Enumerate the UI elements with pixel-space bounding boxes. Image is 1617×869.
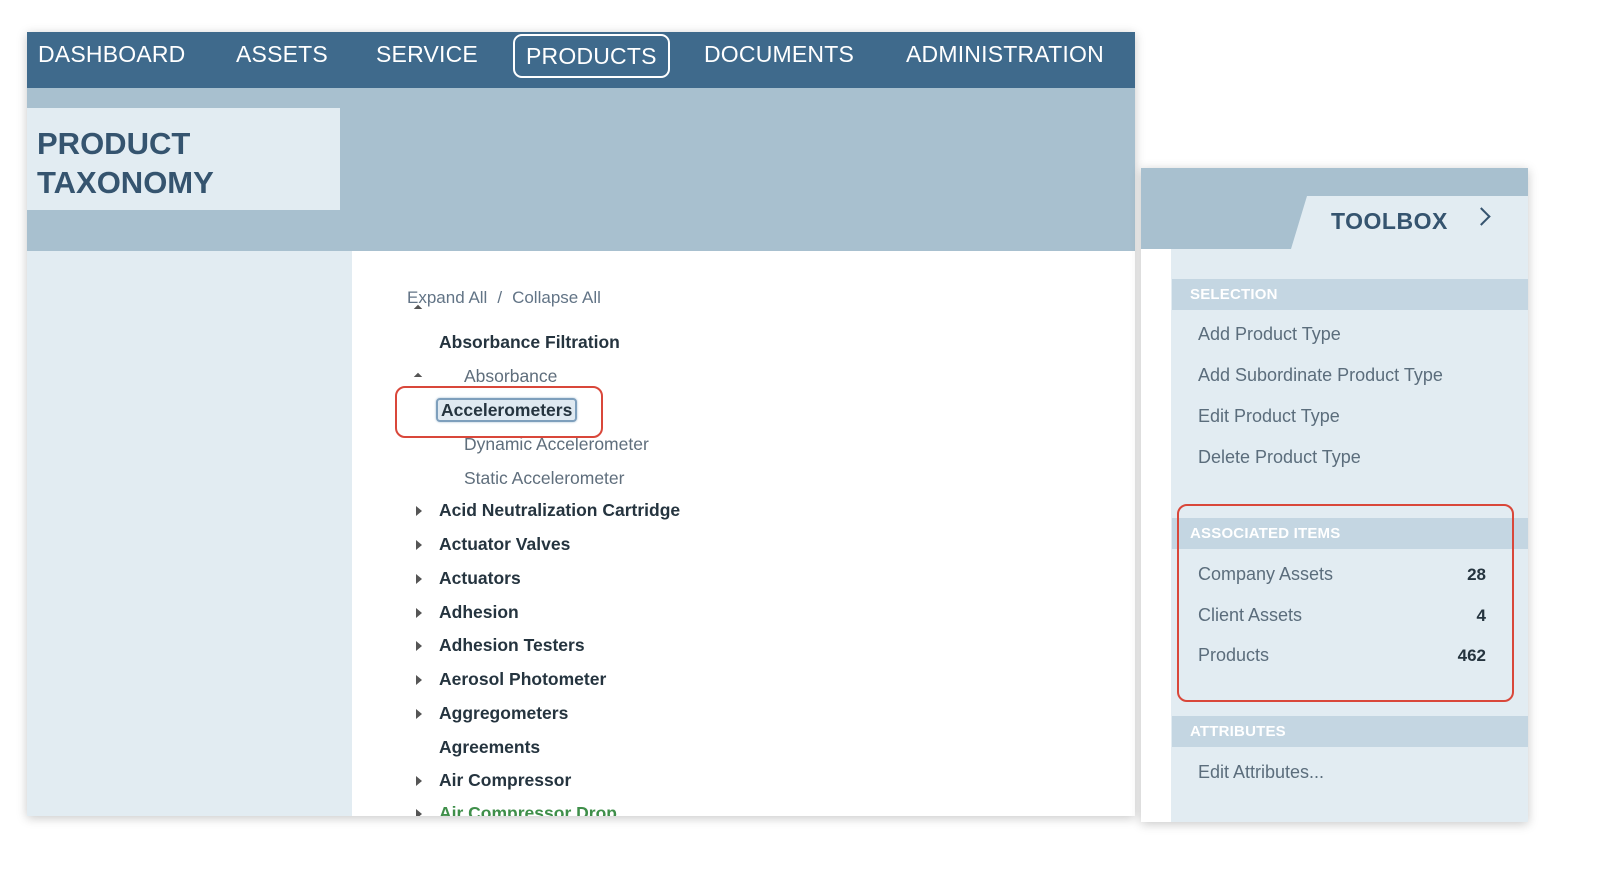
- left-panel: [27, 251, 352, 816]
- tree-node-agreements[interactable]: Agreements: [439, 733, 540, 761]
- client-assets-link[interactable]: Client Assets: [1198, 605, 1302, 626]
- toolbox-left-strip: [1141, 249, 1171, 822]
- delete-product-type-link[interactable]: Delete Product Type: [1198, 447, 1361, 468]
- expand-arrow-icon[interactable]: [416, 506, 422, 516]
- nav-administration[interactable]: ADMINISTRATION: [906, 32, 1104, 88]
- nav-dashboard[interactable]: DASHBOARD: [38, 32, 186, 88]
- company-assets-count: 28: [1467, 565, 1486, 584]
- tree-node-air-compressor[interactable]: Air Compressor: [439, 766, 571, 794]
- tree-node-adhesion[interactable]: Adhesion: [439, 598, 519, 626]
- page-title: PRODUCT TAXONOMY: [37, 124, 317, 202]
- expand-collapse-bar: Expand All / Collapse All: [407, 288, 601, 308]
- tree-node-acid-neutralization-cartridge[interactable]: Acid Neutralization Cartridge: [439, 496, 680, 524]
- expand-arrow-icon[interactable]: [416, 776, 422, 786]
- add-product-type-link[interactable]: Add Product Type: [1198, 324, 1341, 345]
- collapse-arrow-icon[interactable]: [413, 372, 423, 382]
- page-title-box: PRODUCT TAXONOMY: [27, 108, 340, 210]
- section-header-attributes: ATTRIBUTES: [1172, 716, 1528, 747]
- tree-node-actuator-valves[interactable]: Actuator Valves: [439, 530, 570, 558]
- add-subordinate-product-type-link[interactable]: Add Subordinate Product Type: [1198, 365, 1443, 386]
- expand-arrow-icon[interactable]: [416, 675, 422, 685]
- main-window: DASHBOARD ASSETS SERVICE PRODUCTS DOCUME…: [27, 32, 1135, 816]
- nav-documents[interactable]: DOCUMENTS: [704, 32, 854, 88]
- client-assets-count: 4: [1476, 606, 1486, 625]
- expand-arrow-icon[interactable]: [416, 641, 422, 651]
- expand-collapse-separator: /: [497, 288, 503, 307]
- tree-node-actuators[interactable]: Actuators: [439, 564, 521, 592]
- tree-node-aerosol-photometer[interactable]: Aerosol Photometer: [439, 665, 606, 693]
- tree-node-adhesion-testers[interactable]: Adhesion Testers: [439, 631, 585, 659]
- expand-arrow-icon[interactable]: [416, 540, 422, 550]
- products-link[interactable]: Products: [1198, 645, 1269, 666]
- page-title-line-2: TAXONOMY: [37, 165, 214, 200]
- page-header-band: PRODUCT TAXONOMY: [27, 88, 1135, 251]
- tree-node-accelerometers[interactable]: Accelerometers: [436, 396, 578, 424]
- nav-service[interactable]: SERVICE: [376, 32, 478, 88]
- tree-node-air-compressor-drop[interactable]: Air Compressor Drop: [439, 799, 617, 816]
- expand-arrow-icon[interactable]: [416, 809, 422, 816]
- page-title-line-1: PRODUCT: [37, 126, 191, 161]
- top-navigation-bar: DASHBOARD ASSETS SERVICE PRODUCTS DOCUME…: [27, 32, 1135, 88]
- company-assets-link[interactable]: Company Assets: [1198, 564, 1333, 585]
- expand-arrow-icon[interactable]: [416, 574, 422, 584]
- tree-node-aggregometers[interactable]: Aggregometers: [439, 699, 568, 727]
- edit-attributes-link[interactable]: Edit Attributes...: [1198, 762, 1324, 783]
- expand-arrow-icon[interactable]: [416, 709, 422, 719]
- tree-node-static-accelerometer[interactable]: Static Accelerometer: [464, 464, 624, 492]
- edit-product-type-link[interactable]: Edit Product Type: [1198, 406, 1340, 427]
- selected-node-label[interactable]: Accelerometers: [436, 398, 578, 422]
- expand-arrow-icon[interactable]: [416, 608, 422, 618]
- nav-products[interactable]: PRODUCTS: [513, 34, 670, 78]
- toolbox-title[interactable]: TOOLBOX: [1331, 208, 1448, 235]
- taxonomy-tree-panel: Expand All / Collapse All Absorbance Filtr…: [352, 251, 1135, 816]
- tree-node-dynamic-accelerometer[interactable]: Dynamic Accelerometer: [464, 430, 649, 458]
- section-header-selection: SELECTION: [1172, 279, 1528, 310]
- expand-all-link[interactable]: Expand All: [407, 288, 487, 307]
- section-header-associated-items: ASSOCIATED ITEMS: [1172, 518, 1528, 549]
- tree-node-absorbance-filtration[interactable]: Absorbance Filtration: [439, 328, 620, 356]
- products-count: 462: [1457, 646, 1486, 665]
- nav-assets[interactable]: ASSETS: [236, 32, 328, 88]
- tree-node-absorbance[interactable]: Absorbance: [464, 362, 557, 390]
- toolbox-panel: TOOLBOX SELECTION Add Product Type Add S…: [1141, 168, 1528, 822]
- collapse-all-link[interactable]: Collapse All: [512, 288, 601, 307]
